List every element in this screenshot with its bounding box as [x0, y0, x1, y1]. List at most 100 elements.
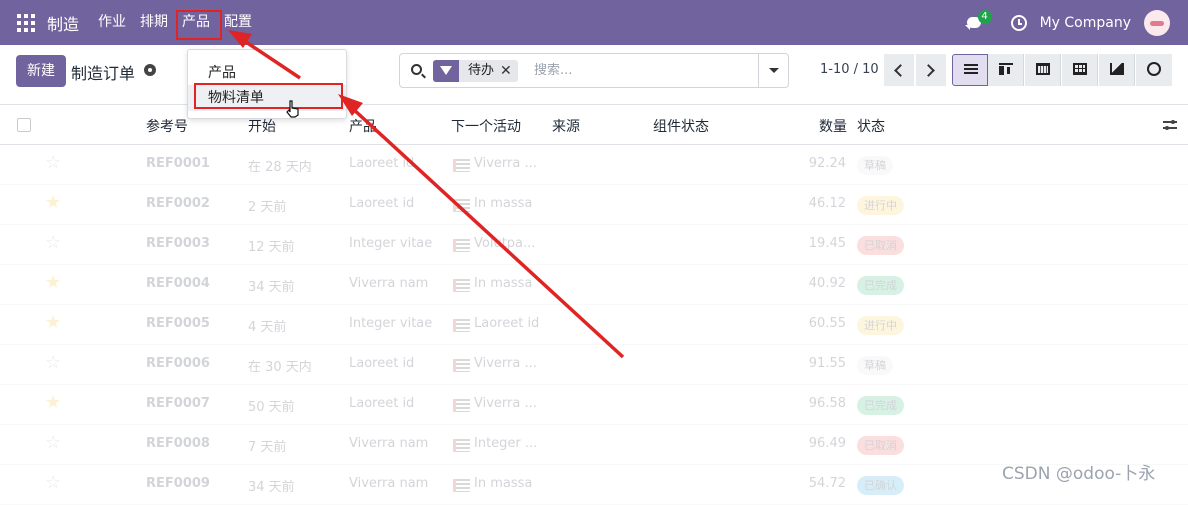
company-switcher[interactable]: My Company [1040, 15, 1131, 31]
view-pivot-button[interactable] [1062, 54, 1098, 86]
cell-start: 34 天前 [248, 480, 295, 495]
orders-table: 参考号 开始 产品 下一个活动 来源 组件状态 数量 状态 ☆ REF0001 在 … [0, 105, 1188, 505]
table-row[interactable]: ☆ REF0003 12 天前 Integer vitae Volutpa... 19.4… [0, 225, 1188, 265]
favorite-star-icon[interactable]: ☆ [45, 154, 61, 172]
status-badge: 已完成 [857, 276, 904, 295]
header-ref[interactable]: 参考号 [146, 116, 188, 136]
header-source[interactable]: 来源 [552, 116, 580, 136]
status-badge: 进行中 [857, 316, 904, 335]
menu-planning[interactable]: 排期 [133, 0, 175, 45]
cell-product: Viverra nam [349, 476, 429, 491]
view-graph-button[interactable] [1099, 54, 1135, 86]
cell-ref: REF0007 [146, 396, 210, 411]
calendar-view-icon [1036, 63, 1050, 75]
menu-products[interactable]: 产品 [175, 0, 223, 45]
header-start[interactable]: 开始 [248, 116, 276, 136]
favorite-star-icon[interactable]: ☆ [45, 354, 61, 372]
activity-icon[interactable] [453, 479, 470, 492]
favorite-star-icon[interactable]: ☆ [45, 434, 61, 452]
new-button[interactable]: 新建 [16, 55, 66, 87]
cell-start: 12 天前 [248, 240, 295, 255]
search-input[interactable] [534, 55, 754, 86]
cell-ref: REF0006 [146, 356, 210, 371]
status-badge: 已取消 [857, 436, 904, 455]
table-row[interactable]: ☆ REF0006 在 30 天内 Laoreet id Viverra ... 91.5… [0, 345, 1188, 385]
cell-product: Viverra nam [349, 436, 429, 451]
table-row[interactable]: ☆ REF0001 在 28 天内 Laoreet id Viverra ... 92.2… [0, 145, 1188, 185]
facet-remove-icon[interactable]: ✕ [500, 60, 518, 82]
menu-operations[interactable]: 作业 [91, 0, 133, 45]
gear-icon[interactable] [144, 64, 156, 76]
table-header: 参考号 开始 产品 下一个活动 来源 组件状态 数量 状态 [0, 105, 1188, 145]
view-list-button[interactable] [952, 54, 988, 86]
cell-ref: REF0009 [146, 476, 210, 491]
status-badge: 已确认 [857, 476, 904, 495]
cell-ref: REF0008 [146, 436, 210, 451]
favorite-star-icon[interactable]: ★ [45, 314, 61, 332]
favorite-star-icon[interactable]: ★ [45, 274, 61, 292]
search-icon [411, 64, 422, 75]
header-product[interactable]: 产品 [349, 116, 377, 136]
column-settings-icon[interactable] [1163, 118, 1177, 132]
header-status[interactable]: 状态 [857, 116, 885, 136]
cell-ref: REF0005 [146, 316, 210, 331]
menu-configuration[interactable]: 配置 [217, 0, 259, 45]
chat-badge: 4 [977, 9, 992, 24]
activity-icon[interactable] [453, 239, 470, 252]
filter-icon [433, 60, 459, 82]
table-row[interactable]: ★ REF0007 50 天前 Laoreet id Viverra ... 96.58 已… [0, 385, 1188, 425]
search-options-toggle[interactable] [758, 54, 788, 87]
cell-quantity: 91.55 [808, 356, 846, 371]
cell-start: 50 天前 [248, 400, 295, 415]
watermark: CSDN @odoo-卜永 [1002, 464, 1156, 484]
cell-activity: In massa [474, 276, 533, 291]
activity-icon[interactable] [453, 399, 470, 412]
favorite-star-icon[interactable]: ☆ [45, 234, 61, 252]
activity-icon[interactable] [453, 279, 470, 292]
activity-icon[interactable] [453, 319, 470, 332]
search-bar[interactable]: 待办 ✕ [399, 53, 789, 88]
activity-icon[interactable] [453, 359, 470, 372]
activity-icon[interactable] [453, 439, 470, 452]
status-badge: 草稿 [857, 356, 893, 375]
header-component-status[interactable]: 组件状态 [653, 116, 709, 136]
activity-icon[interactable] [453, 159, 470, 172]
table-row[interactable]: ★ REF0002 2 天前 Laoreet id In massa 46.12 进行中 [0, 185, 1188, 225]
cell-ref: REF0004 [146, 276, 210, 291]
table-body: ☆ REF0001 在 28 天内 Laoreet id Viverra ... 92.2… [0, 145, 1188, 505]
control-panel: 新建 制造订单 待办 ✕ 1-10 / 10 [0, 45, 1188, 105]
chat-icon[interactable]: 4 [964, 9, 992, 34]
status-badge: 草稿 [857, 156, 893, 175]
header-quantity[interactable]: 数量 [819, 116, 847, 136]
user-avatar[interactable] [1144, 9, 1170, 36]
select-all-checkbox[interactable] [17, 118, 31, 132]
table-row[interactable]: ★ REF0005 4 天前 Integer vitae Laoreet id 60.55… [0, 305, 1188, 345]
cell-quantity: 54.72 [808, 476, 846, 491]
hand-cursor-icon [286, 100, 299, 118]
view-calendar-button[interactable] [1025, 54, 1061, 86]
apps-menu-icon[interactable] [17, 13, 35, 32]
pager-value[interactable]: 1-10 / 10 [820, 62, 879, 77]
favorite-star-icon[interactable]: ☆ [45, 474, 61, 492]
header-next-activity[interactable]: 下一个活动 [451, 116, 521, 136]
activity-icon[interactable] [453, 199, 470, 212]
cell-start: 在 28 天内 [248, 160, 312, 175]
list-view-icon [964, 64, 978, 76]
app-name[interactable]: 制造 [47, 11, 79, 35]
cell-start: 2 天前 [248, 200, 287, 215]
search-facet: 待办 ✕ [433, 60, 519, 82]
pivot-view-icon [1073, 63, 1087, 75]
status-badge: 已完成 [857, 396, 904, 415]
activity-clock-icon[interactable] [1010, 14, 1027, 31]
chevron-right-icon [922, 64, 935, 77]
pager-previous-button[interactable] [884, 54, 914, 86]
pager-next-button[interactable] [916, 54, 946, 86]
view-activity-button[interactable] [1136, 54, 1172, 86]
table-row[interactable]: ★ REF0004 34 天前 Viverra nam In massa 40.92 已完成 [0, 265, 1188, 305]
favorite-star-icon[interactable]: ★ [45, 394, 61, 412]
favorite-star-icon[interactable]: ★ [45, 194, 61, 212]
cell-product: Laoreet id [349, 356, 415, 371]
chevron-left-icon [894, 64, 907, 77]
view-kanban-button[interactable] [988, 54, 1024, 86]
cell-quantity: 60.55 [808, 316, 846, 331]
